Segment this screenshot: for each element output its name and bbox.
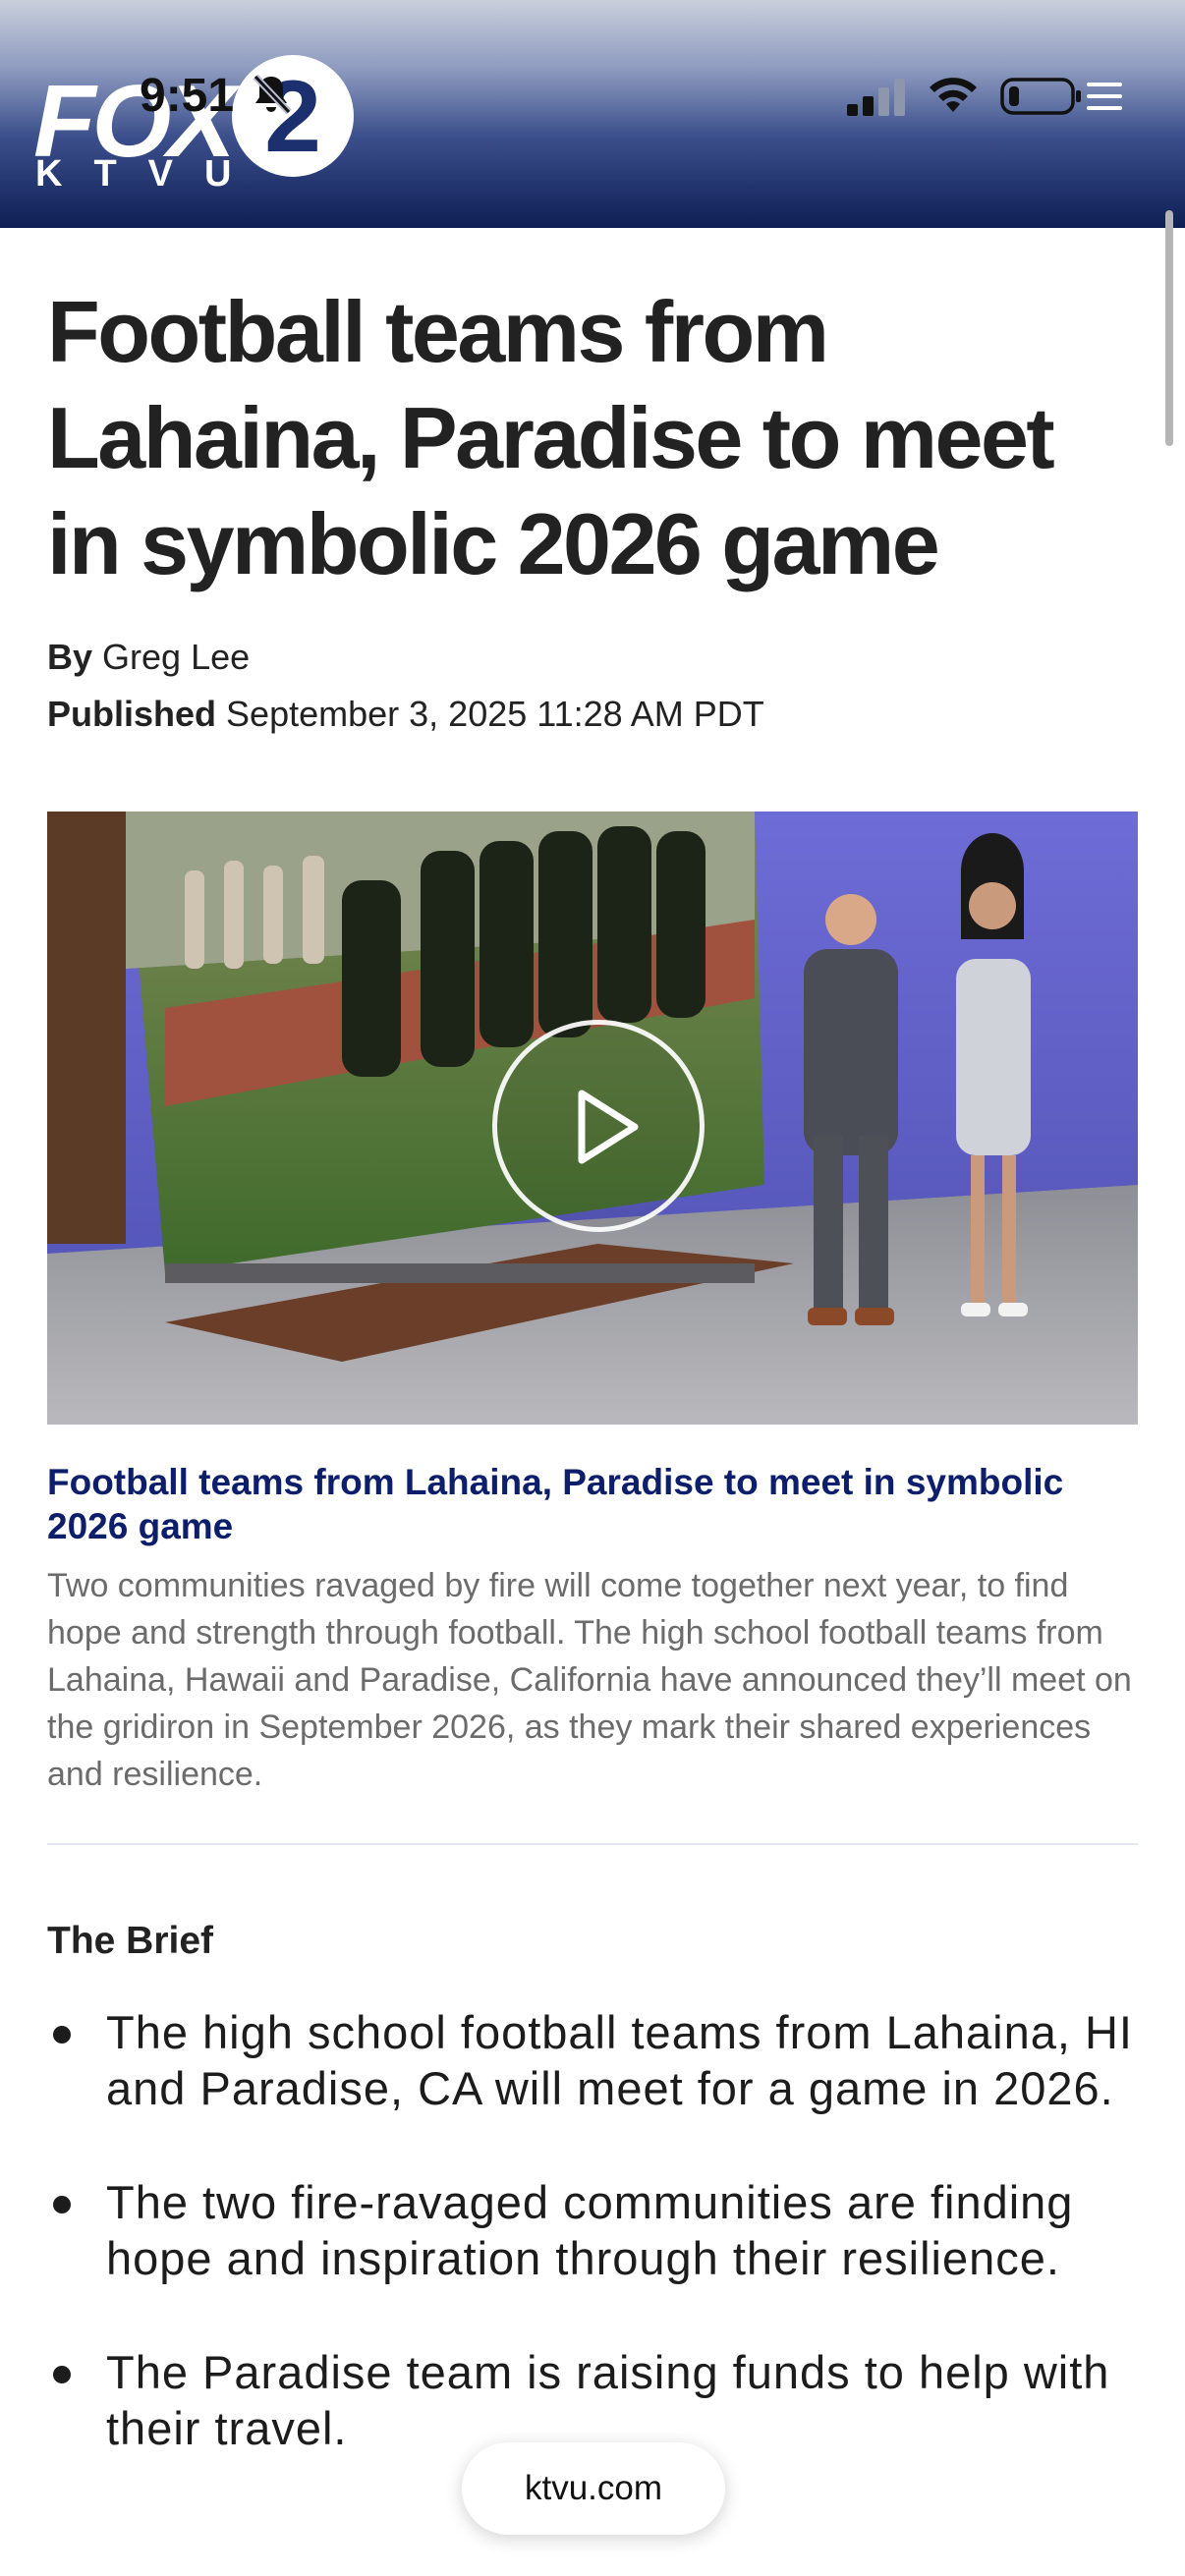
brief-item-text: The two fire-ravaged communities are fin…: [106, 2176, 1074, 2284]
battery-icon: [1000, 78, 1081, 115]
bullet-icon: [53, 2196, 71, 2213]
browser-url-bar[interactable]: ktvu.com: [462, 2442, 725, 2535]
browser-url-text: ktvu.com: [524, 2469, 663, 2507]
site-header: FOX KTVU 2 9:51: [0, 0, 1185, 228]
published-date: September 3, 2025 11:28 AM PDT: [226, 694, 764, 734]
brief-item: The two fire-ravaged communities are fin…: [47, 2174, 1148, 2286]
video-player[interactable]: [47, 812, 1138, 1425]
bullet-icon: [53, 2026, 71, 2044]
article-byline: By Greg Lee: [47, 637, 250, 678]
hamburger-menu-icon[interactable]: [1087, 81, 1122, 112]
brief-list: The high school football teams from Laha…: [47, 2004, 1148, 2514]
bullet-icon: [53, 2366, 71, 2383]
video-title-link[interactable]: Football teams from Lahaina, Paradise to…: [47, 1460, 1148, 1548]
cellular-signal-icon: [847, 79, 905, 116]
wifi-icon: [930, 78, 977, 112]
published-label: Published: [47, 694, 217, 734]
article-published: Published September 3, 2025 11:28 AM PDT: [47, 694, 764, 735]
byline-label: By: [47, 637, 93, 677]
brief-item-text: The Paradise team is raising funds to he…: [106, 2346, 1110, 2454]
byline-author[interactable]: Greg Lee: [102, 637, 250, 677]
play-icon: [578, 1090, 639, 1164]
page-scrollbar[interactable]: [1165, 210, 1173, 446]
bell-slash-icon: [253, 74, 292, 115]
status-time: 9:51: [140, 70, 235, 122]
video-description: Two communities ravaged by fire will com…: [47, 1567, 1132, 1793]
brief-heading: The Brief: [47, 1920, 214, 1962]
section-divider: [47, 1843, 1138, 1845]
brief-item-text: The high school football teams from Laha…: [106, 2006, 1133, 2114]
article-headline: Football teams from Lahaina, Paradise to…: [47, 283, 1055, 592]
brief-item: The Paradise team is raising funds to he…: [47, 2344, 1148, 2456]
video-play-button[interactable]: [492, 1020, 705, 1232]
brief-item: The high school football teams from Laha…: [47, 2004, 1148, 2116]
